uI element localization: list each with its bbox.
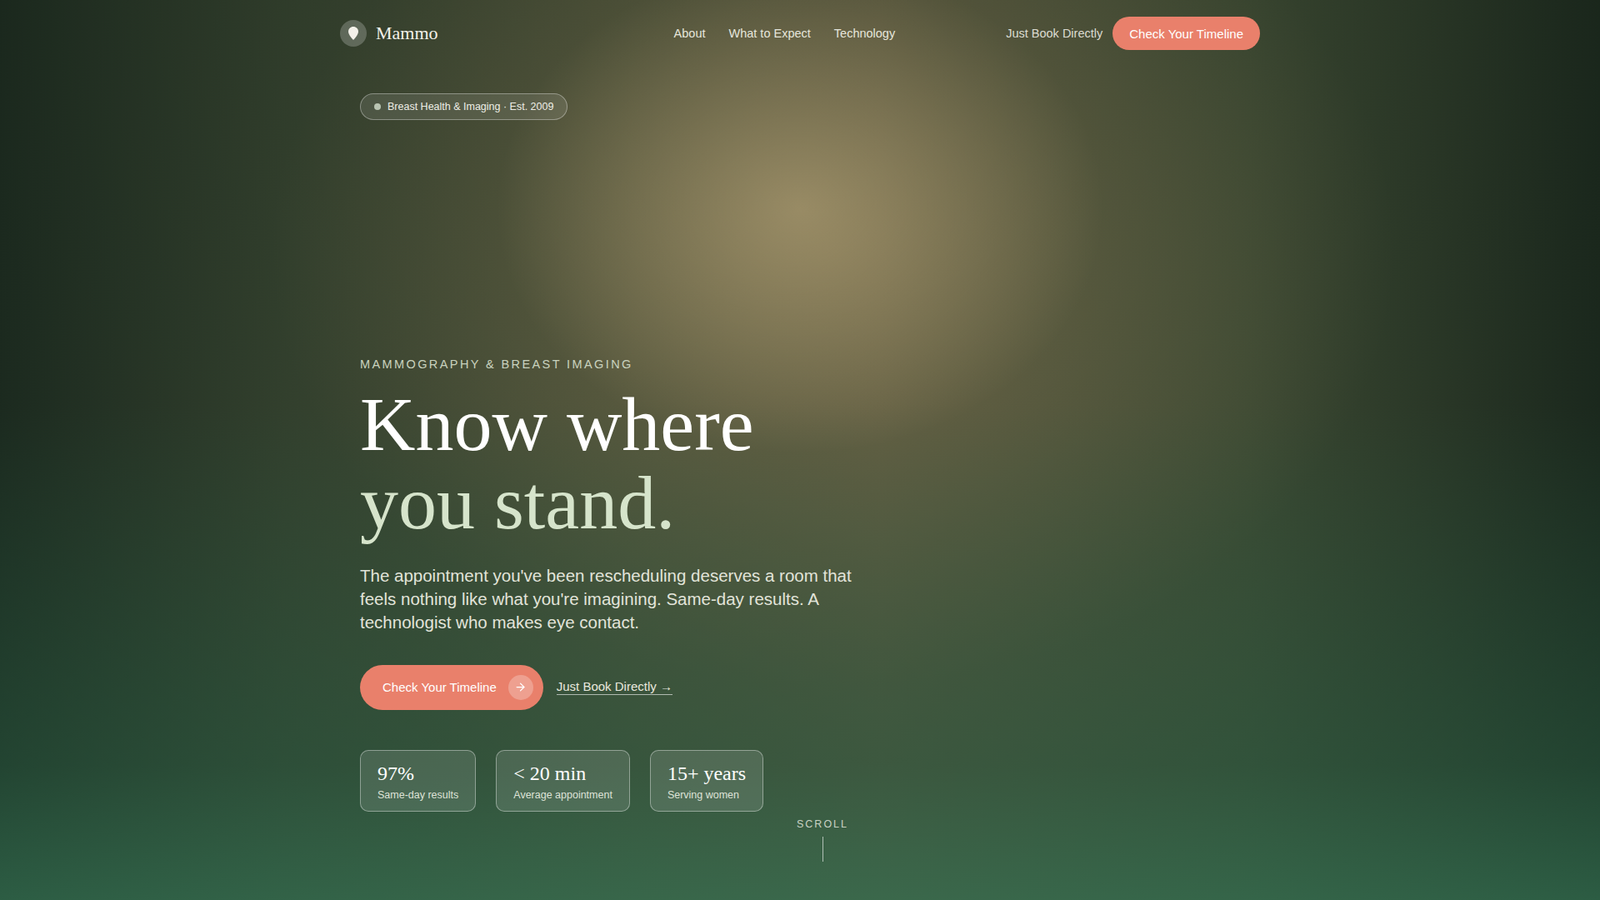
scroll-label: SCROLL (796, 818, 849, 830)
timeline-button[interactable]: Check Your Timeline (1112, 16, 1260, 50)
top-nav: Mammo About What to Expect Technology Just B… (340, 0, 1260, 50)
headline: Know whereyou stand. (360, 385, 755, 543)
hero: Breast Health & Imaging · Est. 2009 MAMMO… (340, 50, 1260, 812)
stats: 97% Same-day results < 20 min Average appoi… (360, 750, 764, 812)
stat-value: 97% (377, 762, 459, 785)
eyebrow: MAMMOGRAPHY & BREAST IMAGING (360, 357, 634, 371)
book-directly-link[interactable]: Just Book Directly → (556, 679, 673, 695)
stat-card: 15+ years Serving women (650, 750, 764, 812)
book-link[interactable]: Just Book Directly (1005, 26, 1103, 40)
stat-label: Serving women (667, 789, 746, 801)
hero-badge: Breast Health & Imaging · Est. 2009 (360, 93, 568, 120)
logo-name: Mammo (375, 22, 439, 45)
scroll-indicator: SCROLL (0, 818, 1600, 862)
stat-card: < 20 min Average appointment (495, 750, 630, 812)
scroll-line (822, 836, 824, 862)
cta-row: Check Your Timeline Just Book Directly → (360, 665, 673, 710)
nav-link[interactable]: About (674, 26, 706, 40)
landing-page: Mammo About What to Expect Technology Just B… (0, 0, 1600, 900)
headline-line: you stand. (360, 464, 755, 543)
nav-link[interactable]: Technology (834, 26, 895, 40)
stat-label: Average appointment (513, 789, 613, 801)
logo[interactable]: Mammo (340, 20, 439, 47)
stat-card: 97% Same-day results (360, 750, 476, 812)
arrow-right-icon (508, 675, 534, 700)
badge-dot (374, 103, 381, 110)
nav-links: About What to Expect Technology (674, 26, 896, 40)
stat-value: < 20 min (513, 762, 613, 785)
pin-icon (340, 20, 367, 47)
stat-value: 15+ years (667, 762, 746, 785)
hero-photo: Mammo About What to Expect Technology Just B… (0, 0, 1600, 900)
headline-line: Know where (360, 385, 755, 465)
stat-label: Same-day results (377, 789, 459, 801)
nav-link[interactable]: What to Expect (728, 26, 810, 40)
hero-body: The appointment you've been rescheduling… (360, 564, 860, 635)
timeline-cta[interactable]: Check Your Timeline (360, 665, 544, 710)
nav-actions: Just Book Directly Check Your Timeline (1005, 16, 1260, 50)
